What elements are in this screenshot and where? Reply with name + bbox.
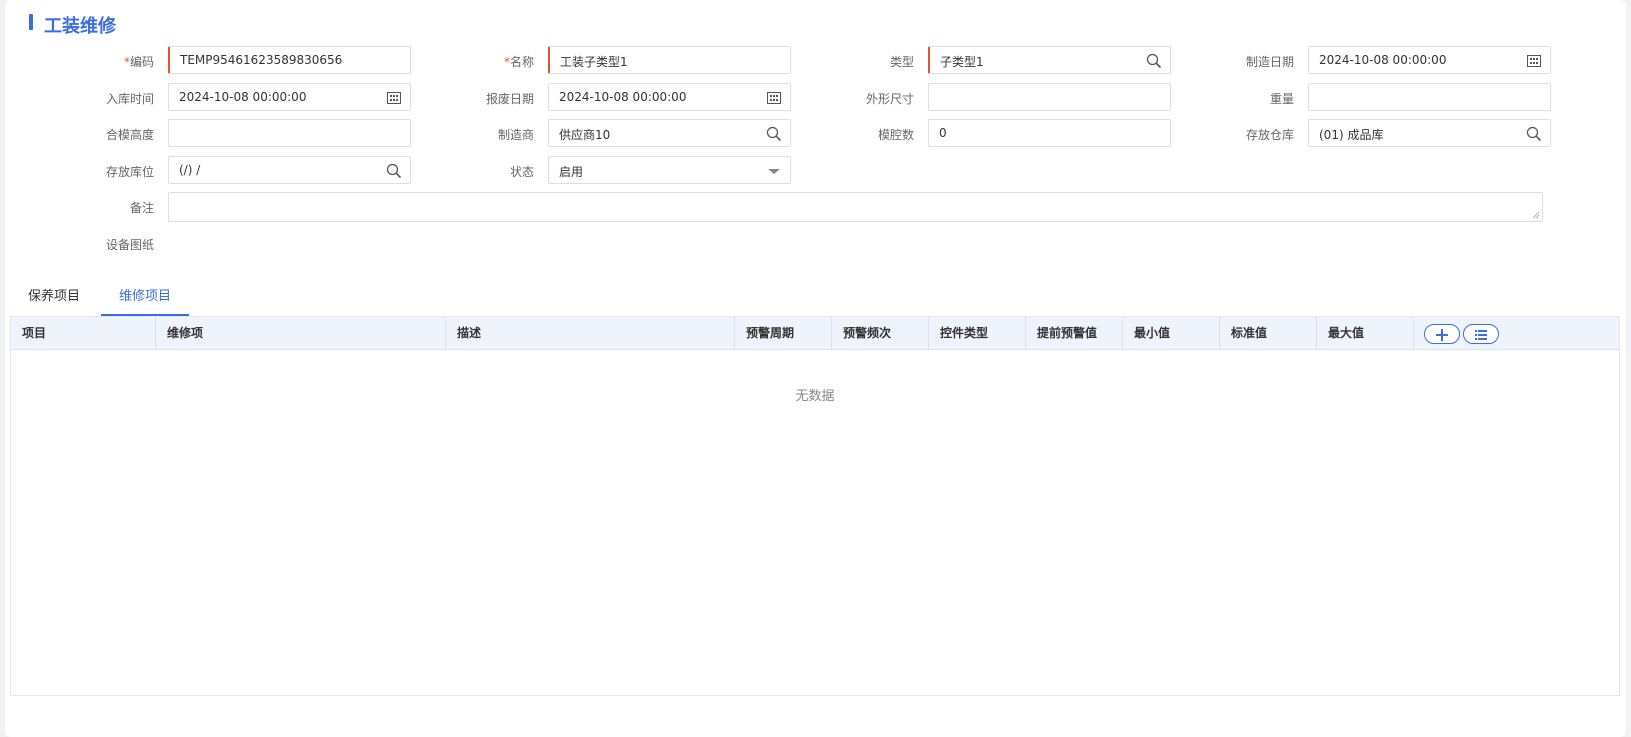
empty-state-text: 无数据 [795, 389, 835, 404]
resize-handle-icon[interactable] [1532, 211, 1540, 219]
list-settings-button[interactable] [1463, 324, 1499, 344]
plus-icon [1436, 329, 1448, 341]
warehouse-field[interactable]: (01) 成品库 [1308, 119, 1551, 147]
code-label: *编码 [123, 55, 154, 69]
type-label: 类型 [889, 55, 914, 69]
scrap-date-label: 报废日期 [485, 92, 534, 106]
column-header-control-type[interactable]: 控件类型 [929, 317, 1026, 349]
calendar-icon[interactable] [1526, 53, 1542, 69]
column-header-warning-cycle[interactable]: 预警周期 [735, 317, 832, 349]
code-field[interactable]: TEMP95461623589830656 [168, 46, 411, 74]
remark-textarea[interactable] [168, 192, 1543, 222]
mold-height-label: 合模高度 [105, 128, 154, 142]
manufacturer-field[interactable]: 供应商10 [548, 119, 791, 147]
repair-items-grid: 项目 维修项 描述 预警周期 预警频次 控件类型 提前预警值 最小值 标准值 最… [10, 316, 1620, 696]
weight-field[interactable] [1308, 83, 1551, 111]
warehouse-label: 存放仓库 [1245, 128, 1294, 142]
name-field[interactable]: 工装子类型1 [548, 46, 791, 74]
page-title: 工装维修 [44, 16, 116, 37]
list-icon [1475, 330, 1487, 340]
cavity-count-label: 模腔数 [877, 128, 914, 142]
remark-label: 备注 [129, 201, 154, 215]
status-select[interactable]: 启用 [548, 156, 791, 184]
column-header-min-value[interactable]: 最小值 [1123, 317, 1220, 349]
column-header-advance-warning[interactable]: 提前预警值 [1026, 317, 1123, 349]
column-header-item[interactable]: 项目 [11, 317, 156, 349]
dimensions-label: 外形尺寸 [865, 92, 914, 106]
location-field[interactable]: (/) / [168, 156, 411, 184]
drawing-label: 设备图纸 [105, 238, 154, 252]
manufacture-date-label: 制造日期 [1245, 55, 1294, 69]
column-header-max-value[interactable]: 最大值 [1317, 317, 1414, 349]
storage-time-field[interactable]: 2024-10-08 00:00:00 [168, 83, 411, 111]
grid-header: 项目 维修项 描述 预警周期 预警频次 控件类型 提前预警值 最小值 标准值 最… [11, 317, 1619, 350]
search-icon[interactable] [1526, 126, 1542, 142]
add-row-button[interactable] [1424, 324, 1460, 344]
location-label: 存放库位 [105, 165, 154, 179]
column-header-description[interactable]: 描述 [446, 317, 735, 349]
chevron-down-icon[interactable] [766, 163, 782, 179]
tab-maintenance-items[interactable]: 保养项目 [10, 280, 98, 316]
manufacture-date-field[interactable]: 2024-10-08 00:00:00 [1308, 46, 1551, 74]
name-label: *名称 [503, 55, 534, 69]
column-header-standard-value[interactable]: 标准值 [1220, 317, 1317, 349]
column-header-repair-item[interactable]: 维修项 [156, 317, 446, 349]
manufacturer-label: 制造商 [497, 128, 534, 142]
dimensions-field[interactable] [928, 83, 1171, 111]
cavity-count-field[interactable]: 0 [928, 119, 1171, 147]
title-accent-bar [29, 14, 33, 30]
type-field[interactable]: 子类型1 [928, 46, 1171, 74]
status-label: 状态 [509, 165, 534, 179]
tab-repair-items[interactable]: 维修项目 [101, 280, 190, 316]
column-header-warning-frequency[interactable]: 预警频次 [832, 317, 929, 349]
scrap-date-field[interactable]: 2024-10-08 00:00:00 [548, 83, 791, 111]
mold-height-field[interactable] [168, 119, 411, 147]
tab-bar: 保养项目 维修项目 [10, 280, 1616, 316]
weight-label: 重量 [1269, 92, 1294, 106]
storage-time-label: 入库时间 [105, 92, 154, 106]
